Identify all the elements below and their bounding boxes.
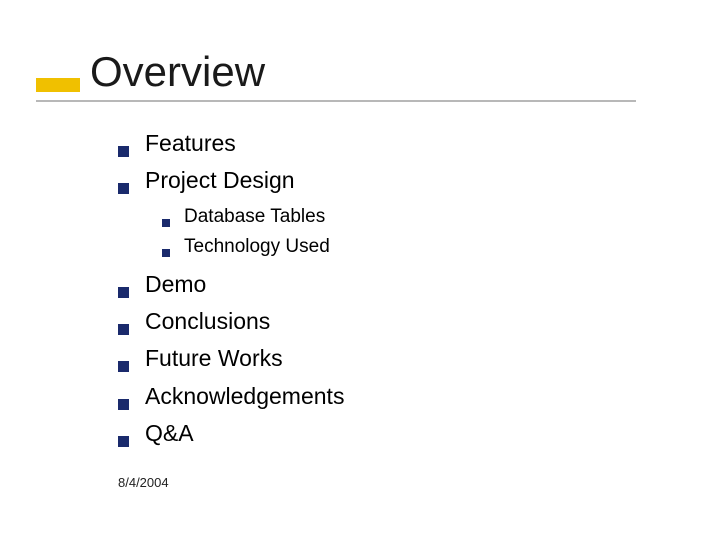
- square-bullet-icon: [162, 249, 170, 257]
- square-bullet-icon: [118, 361, 129, 372]
- bullet-list: Features Project Design: [118, 128, 344, 196]
- list-item-label: Database Tables: [184, 204, 325, 230]
- slide: Overview Features Project Design Databas…: [0, 0, 720, 540]
- list-item: Acknowledgements: [118, 381, 344, 412]
- list-item: Conclusions: [118, 306, 344, 337]
- footer-date: 8/4/2004: [118, 475, 169, 490]
- square-bullet-icon: [118, 324, 129, 335]
- list-item-label: Acknowledgements: [145, 381, 344, 412]
- list-item: Features: [118, 128, 344, 159]
- list-item: Future Works: [118, 343, 344, 374]
- list-item-label: Project Design: [145, 165, 295, 196]
- square-bullet-icon: [162, 219, 170, 227]
- sub-bullet-list: Database Tables Technology Used: [162, 204, 344, 259]
- slide-title: Overview: [90, 48, 265, 96]
- list-item-label: Q&A: [145, 418, 194, 449]
- list-item-label: Demo: [145, 269, 206, 300]
- list-item-label: Conclusions: [145, 306, 270, 337]
- square-bullet-icon: [118, 146, 129, 157]
- square-bullet-icon: [118, 287, 129, 298]
- list-item: Demo: [118, 269, 344, 300]
- list-item: Technology Used: [162, 234, 344, 260]
- title-underline: [36, 100, 636, 102]
- list-item: Q&A: [118, 418, 344, 449]
- bullet-list: Demo Conclusions Future Works Acknowledg…: [118, 269, 344, 448]
- list-item-label: Technology Used: [184, 234, 330, 260]
- title-accent-bar: [36, 78, 80, 92]
- square-bullet-icon: [118, 436, 129, 447]
- list-item-label: Future Works: [145, 343, 283, 374]
- list-item-label: Features: [145, 128, 236, 159]
- square-bullet-icon: [118, 183, 129, 194]
- list-item: Database Tables: [162, 204, 344, 230]
- list-item: Project Design: [118, 165, 344, 196]
- content-area: Features Project Design Database Tables …: [118, 128, 344, 455]
- square-bullet-icon: [118, 399, 129, 410]
